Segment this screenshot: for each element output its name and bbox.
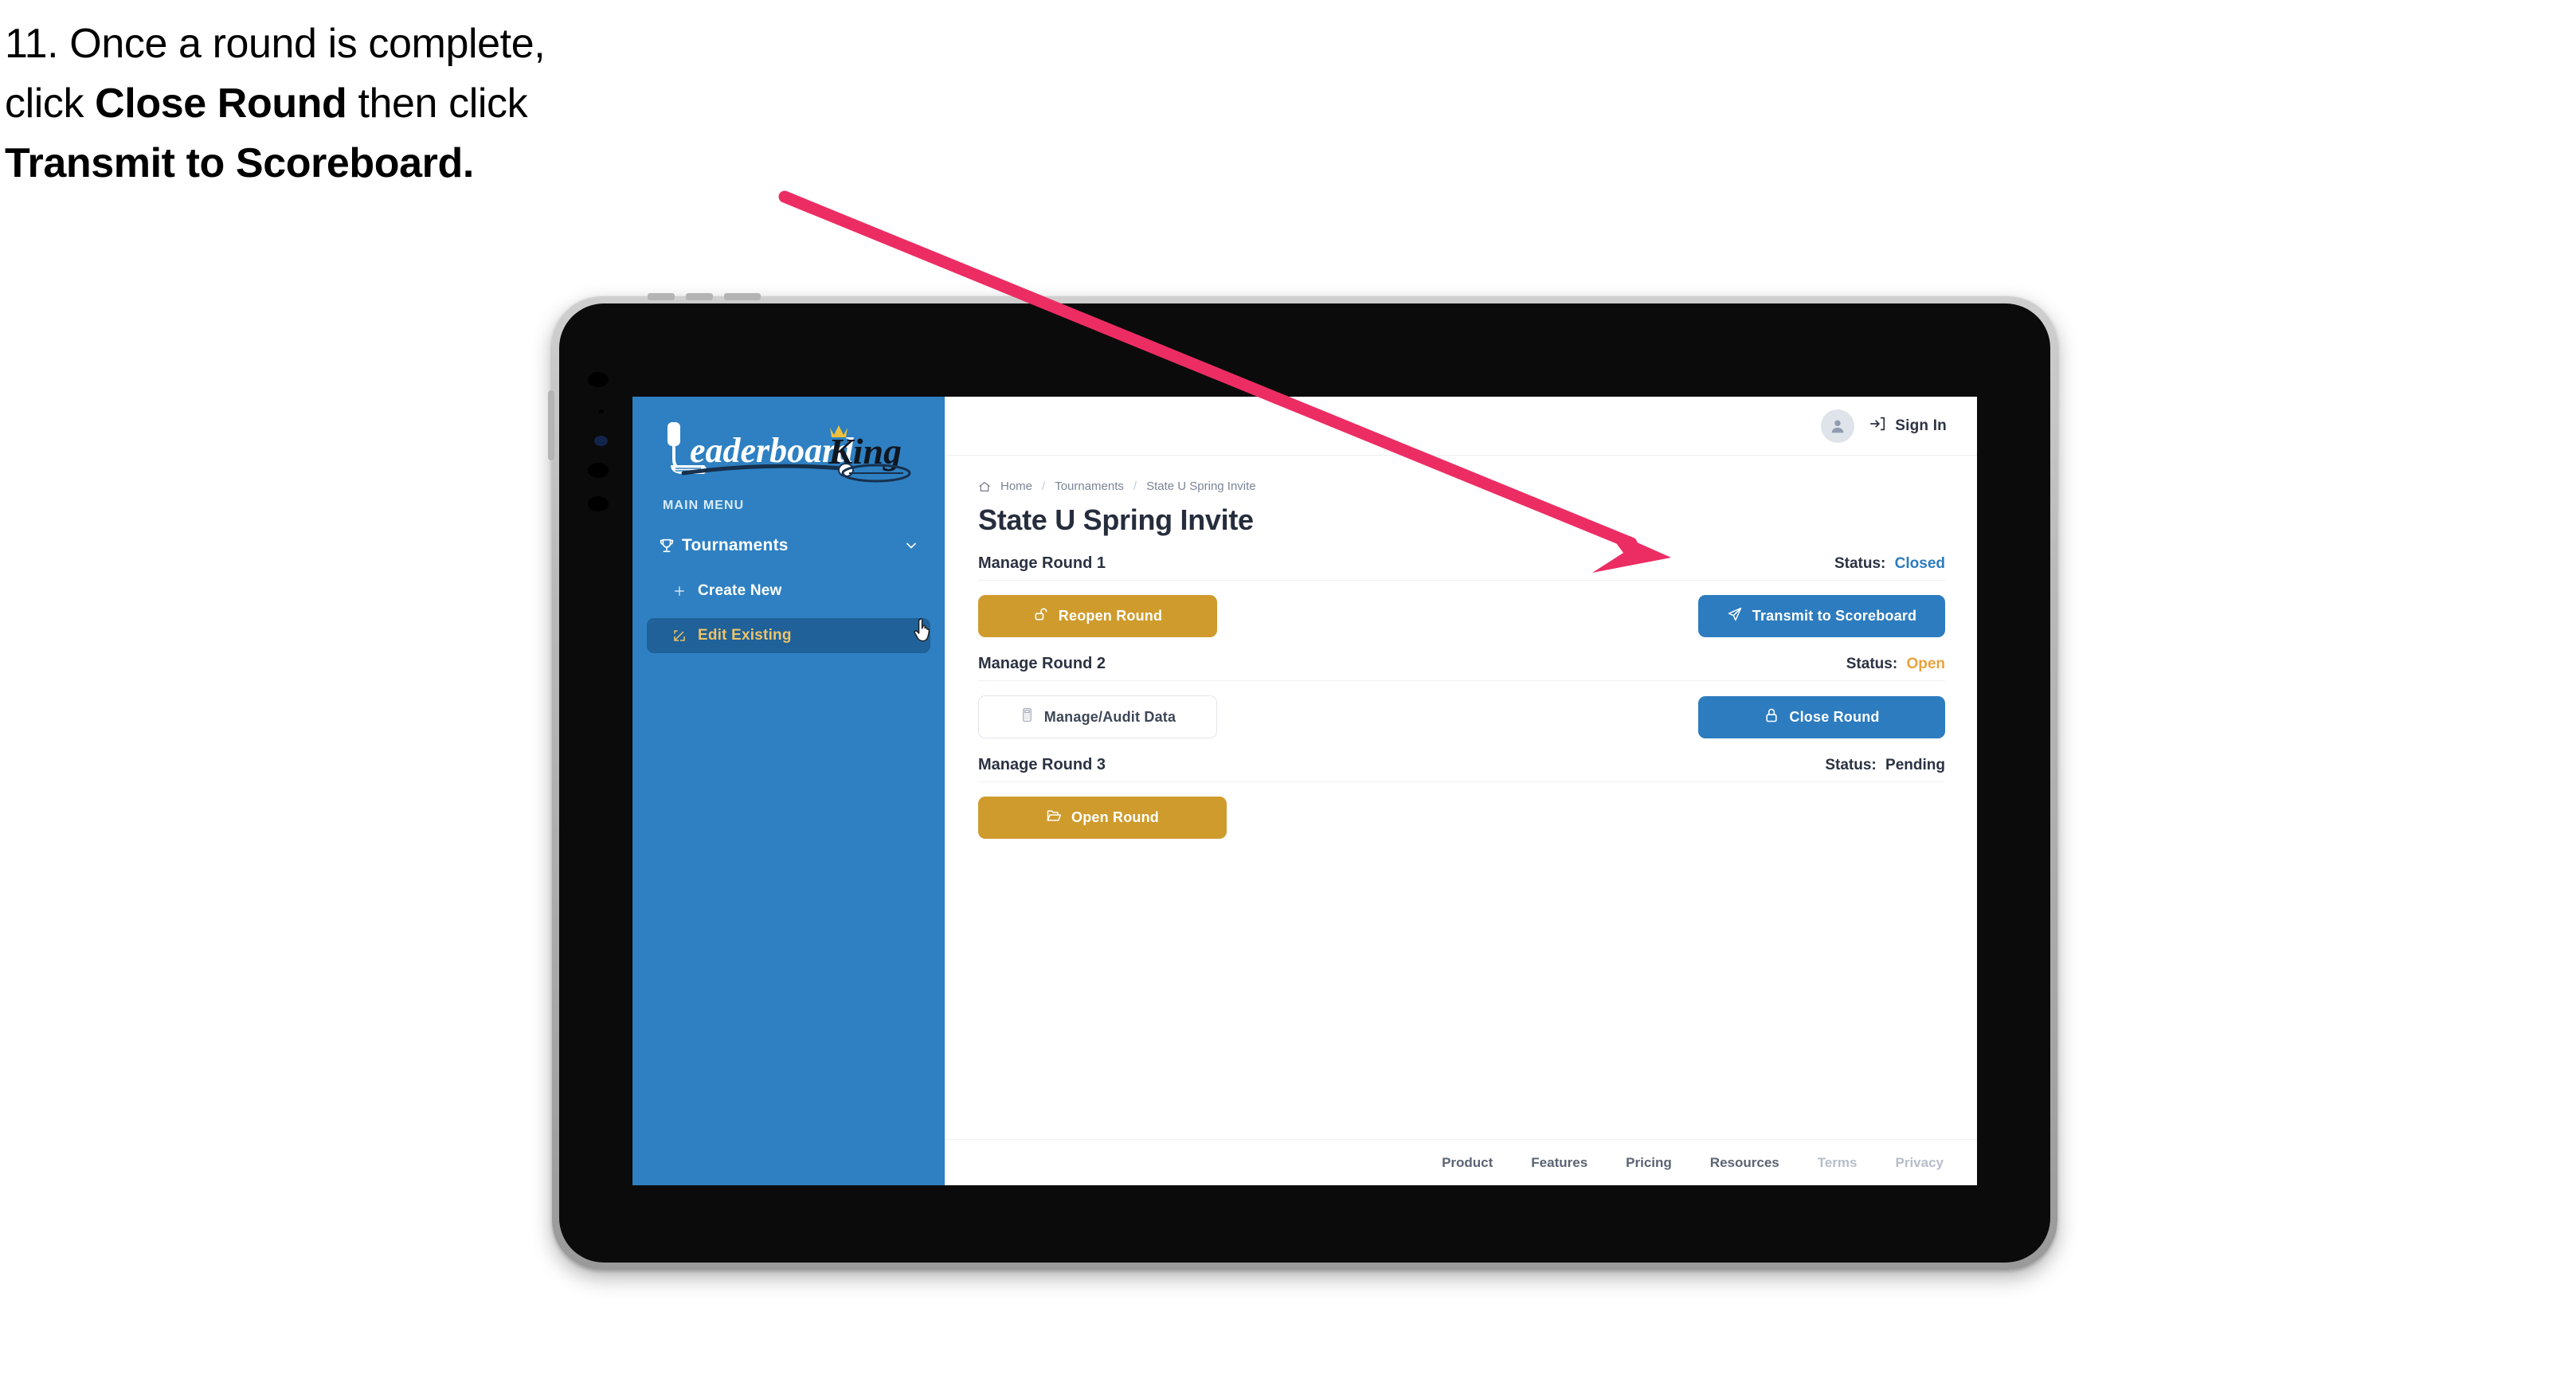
round-2-header: Manage Round 2 Status: Open bbox=[978, 655, 1945, 681]
caption-line-3: Transmit to Scoreboard. bbox=[5, 134, 849, 194]
caption-line-2: click Close Round then click bbox=[5, 74, 849, 134]
sidebar-section-label: MAIN MENU bbox=[663, 499, 745, 512]
caption-line-1: 11. Once a round is complete, bbox=[5, 14, 849, 74]
plus-icon bbox=[672, 584, 698, 598]
breadcrumb-item-tournaments[interactable]: Tournaments bbox=[1055, 480, 1124, 493]
trophy-icon bbox=[658, 537, 682, 554]
transmit-to-scoreboard-label: Transmit to Scoreboard bbox=[1752, 608, 1917, 624]
round-2-title: Manage Round 2 bbox=[978, 655, 1106, 672]
sidebar-item-edit-existing-label: Edit Existing bbox=[698, 627, 792, 644]
sign-in-label: Sign In bbox=[1895, 417, 1947, 434]
breadcrumb-item-home[interactable]: Home bbox=[1000, 480, 1032, 493]
round-section-1: Manage Round 1 Status: Closed Reopen Rou… bbox=[978, 554, 1945, 637]
page-title: State U Spring Invite bbox=[978, 503, 1254, 536]
edit-square-icon bbox=[672, 628, 698, 643]
paper-plane-icon bbox=[1727, 606, 1743, 626]
logo-graphic: eaderboard King bbox=[660, 421, 914, 483]
sidebar-item-edit-existing[interactable]: Edit Existing bbox=[647, 618, 930, 653]
round-3-title: Manage Round 3 bbox=[978, 756, 1106, 773]
chevron-down-icon[interactable] bbox=[903, 538, 919, 554]
instruction-caption: 11. Once a round is complete, click Clos… bbox=[5, 14, 849, 194]
side-button bbox=[548, 390, 554, 460]
round-3-header: Manage Round 3 Status: Pending bbox=[978, 756, 1945, 782]
round-1-title: Manage Round 1 bbox=[978, 554, 1106, 572]
caption-line-2-suffix: then click bbox=[346, 80, 528, 127]
calculator-icon bbox=[1020, 707, 1035, 726]
open-round-label: Open Round bbox=[1071, 809, 1159, 825]
volume-up-button bbox=[648, 293, 675, 300]
tablet-device-frame: eaderboard King MAIN MENU Tournaments Cr… bbox=[548, 293, 2057, 1270]
breadcrumb: Home / Tournaments / State U Spring Invi… bbox=[978, 480, 1945, 493]
open-round-button[interactable]: Open Round bbox=[978, 797, 1227, 839]
app-logo[interactable]: eaderboard King bbox=[632, 397, 945, 486]
pointing-hand-cursor bbox=[913, 617, 935, 643]
footer-link-product[interactable]: Product bbox=[1442, 1155, 1493, 1171]
user-avatar-icon bbox=[1831, 420, 1844, 433]
round-1-header: Manage Round 1 Status: Closed bbox=[978, 554, 1945, 581]
sidebar-item-tournaments[interactable]: Tournaments bbox=[647, 527, 930, 564]
round-3-status-label: Status: bbox=[1825, 757, 1877, 773]
round-section-3: Manage Round 3 Status: Pending Open Roun… bbox=[978, 756, 1945, 839]
home-icon bbox=[978, 480, 991, 493]
login-arrow-icon bbox=[1869, 415, 1886, 437]
round-1-status-value: Closed bbox=[1894, 555, 1945, 572]
manage-audit-data-label: Manage/Audit Data bbox=[1043, 708, 1176, 725]
caption-line-3-bold: Transmit to Scoreboard. bbox=[5, 139, 474, 186]
main-content: Sign In Home / Tournaments / State U Spr… bbox=[945, 397, 1977, 1185]
breadcrumb-separator: / bbox=[1133, 480, 1137, 493]
footer-link-resources[interactable]: Resources bbox=[1710, 1155, 1779, 1171]
camera-icon bbox=[588, 372, 609, 387]
power-button bbox=[724, 293, 761, 300]
unlock-icon bbox=[1033, 606, 1049, 626]
breadcrumb-item-current[interactable]: State U Spring Invite bbox=[1146, 480, 1256, 493]
caption-line-1-text: 11. Once a round is complete, bbox=[5, 21, 546, 67]
close-round-label: Close Round bbox=[1789, 708, 1880, 725]
microphone-hole-icon bbox=[588, 496, 609, 511]
footer-link-pricing[interactable]: Pricing bbox=[1626, 1155, 1672, 1171]
screenshot-stage: 11. Once a round is complete, click Clos… bbox=[0, 0, 2576, 1386]
sidebar-item-create-new-label: Create New bbox=[698, 582, 782, 599]
sidebar: eaderboard King MAIN MENU Tournaments Cr… bbox=[632, 397, 945, 1185]
manage-audit-data-button[interactable]: Manage/Audit Data bbox=[978, 695, 1217, 738]
round-2-status-value: Open bbox=[1906, 656, 1945, 672]
close-round-button[interactable]: Close Round bbox=[1698, 695, 1945, 738]
round-1-status: Status: Closed bbox=[1834, 555, 1945, 573]
round-section-2: Manage Round 2 Status: Open Manage/Audit… bbox=[978, 655, 1945, 738]
round-2-status: Status: Open bbox=[1846, 656, 1945, 673]
caption-line-2-prefix: click bbox=[5, 80, 96, 127]
avatar[interactable] bbox=[1821, 409, 1855, 443]
footer: Product Features Pricing Resources Terms… bbox=[945, 1139, 1977, 1185]
round-1-actions: Reopen Round Transmit to Scoreboard bbox=[978, 595, 1945, 637]
page-content: Home / Tournaments / State U Spring Invi… bbox=[945, 456, 1977, 1139]
leaderboard-king-logo-icon: eaderboard King bbox=[667, 422, 911, 483]
reopen-round-label: Reopen Round bbox=[1058, 608, 1163, 624]
caption-line-2-bold: Close Round bbox=[95, 80, 347, 127]
sign-in-button[interactable]: Sign In bbox=[1869, 415, 1947, 437]
round-1-status-label: Status: bbox=[1834, 555, 1886, 572]
reopen-round-button[interactable]: Reopen Round bbox=[978, 595, 1217, 637]
tablet-screen: eaderboard King MAIN MENU Tournaments Cr… bbox=[632, 397, 1977, 1185]
volume-down-button bbox=[686, 293, 713, 300]
indicator-led-icon bbox=[594, 436, 608, 446]
sidebar-item-create-new[interactable]: Create New bbox=[647, 574, 930, 609]
transmit-to-scoreboard-button[interactable]: Transmit to Scoreboard bbox=[1698, 595, 1945, 637]
breadcrumb-separator: / bbox=[1042, 480, 1046, 493]
round-3-status: Status: Pending bbox=[1825, 757, 1945, 774]
round-2-status-label: Status: bbox=[1846, 656, 1898, 672]
top-bar: Sign In bbox=[945, 397, 1977, 456]
round-3-status-value: Pending bbox=[1885, 757, 1945, 773]
footer-link-privacy[interactable]: Privacy bbox=[1896, 1155, 1944, 1171]
speaker-hole-icon bbox=[588, 463, 609, 478]
footer-link-features[interactable]: Features bbox=[1531, 1155, 1587, 1171]
sensor-icon bbox=[599, 409, 604, 413]
round-2-actions: Manage/Audit Data Close Round bbox=[978, 695, 1945, 738]
open-folder-icon bbox=[1046, 808, 1062, 828]
sidebar-item-tournaments-label: Tournaments bbox=[682, 536, 789, 554]
footer-link-terms[interactable]: Terms bbox=[1818, 1155, 1858, 1171]
round-3-actions: Open Round bbox=[978, 797, 1945, 839]
lock-icon bbox=[1764, 707, 1779, 727]
